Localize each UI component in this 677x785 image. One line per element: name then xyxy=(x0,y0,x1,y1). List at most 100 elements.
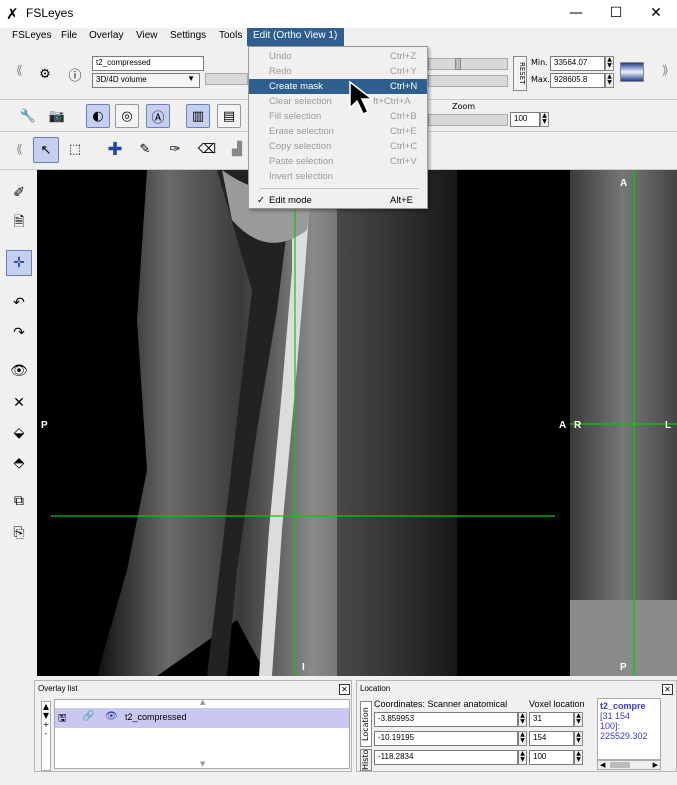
fill-tool-button[interactable]: ▟ xyxy=(225,137,249,161)
scroll-thumb[interactable] xyxy=(610,762,630,768)
menu-item-create-mask[interactable]: Create mask Ctrl+N xyxy=(249,79,427,94)
camera-icon[interactable]: 📷 xyxy=(45,104,69,128)
scroll-left-icon[interactable]: ⟪ xyxy=(16,142,23,156)
zoom-field[interactable]: 100 xyxy=(510,112,540,127)
max-label: Max. xyxy=(531,75,551,84)
menu-overlay[interactable]: Overlay xyxy=(89,30,123,41)
minimize-button[interactable]: — xyxy=(555,2,597,24)
select-tool-button[interactable]: ↖ xyxy=(33,137,59,163)
menu-tools[interactable]: Tools xyxy=(219,30,242,41)
menu-item-paste-selection[interactable]: Paste selection Ctrl+V xyxy=(249,154,427,169)
scroll-down-icon[interactable]: ▼ xyxy=(200,760,205,768)
tab-location[interactable]: Location xyxy=(360,701,372,747)
menu-item-undo[interactable]: Undo Ctrl+Z xyxy=(249,49,427,64)
voxel-z-field[interactable]: 100 xyxy=(529,750,574,765)
coord-x-field[interactable]: -3.859953 xyxy=(374,712,518,727)
opacity-slider[interactable] xyxy=(205,73,248,85)
move-up-button[interactable]: ▲ xyxy=(42,702,50,711)
scroll-left-arrow-icon[interactable]: ◀ xyxy=(600,761,605,769)
add-overlay-button[interactable]: + xyxy=(42,720,50,729)
gear-icon[interactable]: ⚙ xyxy=(33,62,57,86)
overlay-name-field[interactable]: t2_compressed xyxy=(92,56,204,71)
menu-item-edit-mode[interactable]: ✓ Edit mode Alt+E xyxy=(249,193,427,208)
layout-vertical-icon: ▤ xyxy=(222,108,236,124)
move-down-button[interactable]: ▼ xyxy=(42,711,50,720)
voxel-y-field[interactable]: 154 xyxy=(529,731,574,746)
list-item[interactable]: 🖫 🔗 👁 t2_compressed xyxy=(55,708,349,728)
min-spinner[interactable]: ▲ ▼ xyxy=(605,56,614,71)
coronal-view-toggle[interactable]: ◎ xyxy=(115,104,139,128)
menu-item-clear-selection[interactable]: Clear selection ft+Ctrl+A xyxy=(249,94,427,109)
coord-z-field[interactable]: -118.2834 xyxy=(374,750,518,765)
undo-button[interactable]: ↶ xyxy=(6,290,32,316)
info-horizontal-scrollbar[interactable]: ◀ ▶ xyxy=(597,760,661,770)
close-window-button[interactable]: ✕ xyxy=(635,2,677,24)
overlay-type-select[interactable]: 3D/4D volume ▼ xyxy=(92,73,200,88)
reset-button[interactable]: RESET xyxy=(513,56,527,91)
horizontal-layout-toggle[interactable]: ▥ xyxy=(186,104,210,128)
colour-map-button[interactable] xyxy=(620,62,644,82)
pipette-button[interactable]: ✐ xyxy=(6,180,32,206)
max-spinner[interactable]: ▲ ▼ xyxy=(605,73,614,88)
menu-item-redo[interactable]: Redo Ctrl+Y xyxy=(249,64,427,79)
axial-view-toggle[interactable]: Ⓐ xyxy=(146,104,170,128)
scroll-left-icon[interactable]: ⟪ xyxy=(16,63,23,77)
menu-item-fill-selection[interactable]: Fill selection Ctrl+B xyxy=(249,109,427,124)
clear-selection-button[interactable]: ✕ xyxy=(6,390,32,416)
menu-edit[interactable]: Edit (Ortho View 1) xyxy=(247,28,344,46)
scroll-right-arrow-icon[interactable]: ▶ xyxy=(653,761,658,769)
coord-y-spinner[interactable]: ▲ ▼ xyxy=(518,731,527,746)
coord-y-field[interactable]: -10.19195 xyxy=(374,731,518,746)
document-button[interactable]: 🗎 xyxy=(6,210,32,236)
coord-z-spinner[interactable]: ▲ ▼ xyxy=(518,750,527,765)
copy-icon: ⧉ xyxy=(14,493,24,509)
menu-item-copy-selection[interactable]: Copy selection Ctrl+C xyxy=(249,139,427,154)
wrench-icon[interactable]: 🔧 xyxy=(16,104,40,128)
coord-x-spinner[interactable]: ▲ ▼ xyxy=(518,712,527,727)
save-overlay-icon[interactable]: 🖫 xyxy=(58,711,67,728)
slider-thumb[interactable] xyxy=(455,58,461,70)
max-field[interactable]: 928605.8 xyxy=(550,73,605,88)
menu-fsleyes[interactable]: FSLeyes xyxy=(12,30,51,41)
brightness-slider[interactable] xyxy=(428,58,508,70)
voxel-z-spinner[interactable]: ▲ ▼ xyxy=(574,750,583,765)
menu-item-erase-selection[interactable]: Erase selection Ctrl+E xyxy=(249,124,427,139)
ortho-viewer[interactable]: P A I A R L P xyxy=(37,170,677,676)
select-box-tool-button[interactable]: ⬚ xyxy=(63,137,87,161)
voxel-y-spinner[interactable]: ▲ ▼ xyxy=(574,731,583,746)
redo-button[interactable]: ↷ xyxy=(6,320,32,346)
info-icon[interactable]: ⓘ xyxy=(63,62,87,86)
menu-item-invert-selection[interactable]: Invert selection xyxy=(249,169,427,184)
overlay-list-close-button[interactable]: ✕ xyxy=(339,684,350,695)
link-icon[interactable]: 🔗 xyxy=(82,711,94,722)
vertical-layout-toggle[interactable]: ▤ xyxy=(217,104,241,128)
voxel-x-spinner[interactable]: ▲ ▼ xyxy=(574,712,583,727)
pen-tool-button[interactable]: ✎ xyxy=(133,137,157,161)
paste-selection-button[interactable]: ⎘ xyxy=(6,520,32,546)
fill-selection-button[interactable]: ⬙ xyxy=(6,420,32,446)
menu-settings[interactable]: Settings xyxy=(170,30,206,41)
crosshair-tool-button[interactable]: ✚ xyxy=(103,137,127,161)
tab-history[interactable]: History xyxy=(360,749,372,771)
visibility-eye-icon[interactable]: 👁 xyxy=(105,711,118,722)
eraser-tool-button[interactable]: ⌫ xyxy=(195,137,219,161)
location-close-button[interactable]: ✕ xyxy=(662,684,673,695)
voxel-x-field[interactable]: 31 xyxy=(529,712,574,727)
maximize-button[interactable]: ☐ xyxy=(595,2,637,24)
min-field[interactable]: 33564.07 xyxy=(550,56,605,71)
show-selection-button[interactable]: 👁 xyxy=(6,358,32,384)
contrast-slider[interactable] xyxy=(428,75,508,87)
menu-view[interactable]: View xyxy=(136,30,158,41)
select-box-icon: ⬚ xyxy=(68,141,82,157)
menu-file[interactable]: File xyxy=(61,30,77,41)
zoom-slider[interactable] xyxy=(428,114,508,126)
scroll-up-icon[interactable]: ▲ xyxy=(200,698,205,706)
remove-overlay-button[interactable]: - xyxy=(42,729,50,738)
crosshair-select-button[interactable]: ✛ xyxy=(6,250,32,276)
erase-selection-button[interactable]: ⬘ xyxy=(6,450,32,476)
sagittal-view-toggle[interactable]: ◐ xyxy=(86,104,110,128)
copy-selection-button[interactable]: ⧉ xyxy=(6,488,32,514)
zoom-spinner[interactable]: ▲ ▼ xyxy=(540,112,549,127)
scroll-right-icon[interactable]: ⟫ xyxy=(662,63,669,77)
select-pen-tool-button[interactable]: ✑ xyxy=(163,137,187,161)
